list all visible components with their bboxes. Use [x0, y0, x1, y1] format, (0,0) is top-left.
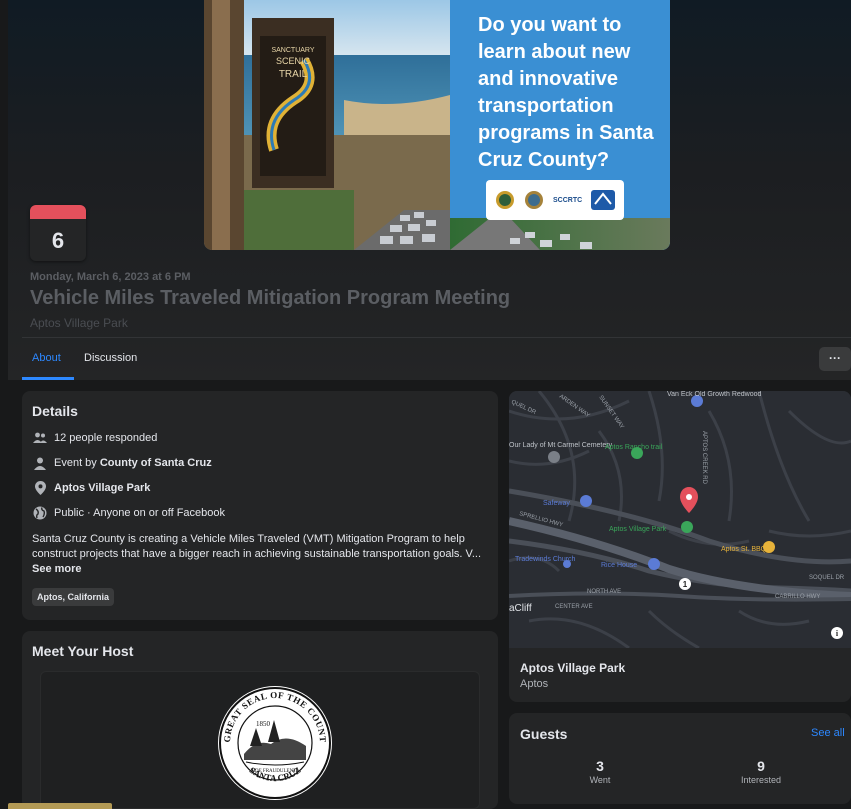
place-row: Aptos Village Park — [32, 480, 150, 496]
host-link[interactable]: County of Santa Cruz — [100, 457, 212, 469]
host-title: Meet Your Host — [32, 643, 134, 659]
date-badge: 6 — [30, 205, 86, 261]
trail-sign-photo: SANCTUARY SCENIC TRAIL — [204, 0, 450, 250]
globe-icon — [32, 505, 48, 521]
map-label-rancho: Aptos Rancho trail — [605, 444, 663, 451]
went-stat[interactable]: 3 Went — [560, 758, 640, 785]
map-label-redwood: Van Eck Old Growth Redwood — [667, 391, 762, 398]
map-label-bbq: Aptos St. BBQ — [721, 546, 767, 553]
people-icon — [32, 430, 48, 446]
see-all-guests-link[interactable]: See all — [811, 727, 845, 739]
rtc-logo: SCCRTC — [553, 196, 583, 204]
tab-about[interactable]: About — [32, 352, 61, 364]
see-more-link[interactable]: See more — [32, 563, 82, 575]
date-badge-top — [30, 205, 86, 219]
sign-text-2: SCENIC — [276, 56, 311, 66]
map-label-cliff: aCliff — [509, 603, 532, 614]
interested-stat[interactable]: 9 Interested — [721, 758, 801, 785]
map-label-aptos-creek: APTOS CREEK RD — [701, 431, 707, 485]
map-label-cemetery: Our Lady of Mt Carmel Cemetery — [509, 442, 613, 449]
location-map[interactable]: 1 i Van Eck Old Growth Redwood Our Lady … — [509, 391, 851, 650]
bottom-notification-chip[interactable] — [8, 803, 112, 809]
more-options-button[interactable]: ··· — [819, 347, 851, 371]
map-label-park: Aptos Village Park — [609, 526, 667, 533]
privacy-row: Public · Anyone on or off Facebook — [32, 505, 225, 521]
event-by-row: Event by County of Santa Cruz — [32, 455, 212, 471]
event-description: Santa Cruz County is creating a Vehicle … — [32, 532, 488, 577]
cover-ad-panel: Do you want to learn about new and innov… — [450, 0, 670, 250]
interested-count: 9 — [757, 758, 765, 774]
map-label-center-ave: CENTER AVE — [555, 604, 593, 610]
event-location[interactable]: Aptos Village Park — [30, 316, 128, 330]
location-pin-icon — [32, 480, 48, 496]
map-label-soquel: SOQUEL DR — [809, 575, 845, 581]
svg-text:1: 1 — [683, 580, 688, 589]
seal-logo-icon — [524, 191, 543, 209]
map-place-sub: Aptos — [520, 678, 549, 690]
seal-year: 1850 — [256, 720, 271, 728]
responded-row: 12 people responded — [32, 430, 157, 446]
place-link[interactable]: Aptos Village Park — [54, 482, 150, 494]
map-label-rice-house: Rice House — [601, 562, 637, 569]
map-label-church: Tradewinds Church — [515, 556, 576, 563]
date-badge-day: 6 — [51, 228, 65, 253]
event-header: SANCTUARY SCENIC TRAIL Do you want to le… — [8, 0, 851, 380]
event-by-prefix: Event by — [54, 457, 100, 469]
county-seal-logo: THE GREAT SEAL OF THE COUNTY OF SANTA CR… — [216, 684, 332, 800]
highway-strip — [450, 218, 670, 250]
went-count: 3 — [596, 758, 604, 774]
responded-text: 12 people responded — [54, 432, 158, 444]
map-card: 1 i Van Eck Old Growth Redwood Our Lady … — [509, 391, 851, 702]
person-icon — [32, 455, 48, 471]
location-tag[interactable]: Aptos, California — [32, 588, 115, 606]
sign-text-3: TRAIL — [279, 69, 308, 80]
seal-logo-icon — [495, 191, 514, 209]
details-card: Details 12 people responded Event by Cou… — [22, 391, 498, 620]
host-card: Meet Your Host THE GREAT SEAL OF THE COU… — [22, 631, 498, 809]
map-label-cabrillo: CABRILLO HWY — [775, 594, 820, 600]
active-tab-indicator — [22, 377, 74, 380]
description-text: Santa Cruz County is creating a Vehicle … — [32, 533, 482, 560]
header-divider — [22, 337, 851, 338]
cover-photo[interactable]: SANCTUARY SCENIC TRAIL Do you want to le… — [204, 0, 670, 250]
guests-card: Guests See all 3 Went 9 Interested — [509, 713, 851, 804]
map-label-north-ave: NORTH AVE — [587, 589, 621, 595]
event-title: Vehicle Miles Traveled Mitigation Progra… — [30, 287, 511, 309]
guests-title: Guests — [520, 726, 568, 742]
map-place-name[interactable]: Aptos Village Park — [520, 661, 625, 675]
seal-motto: FIDE FRAUDULENTA — [251, 769, 300, 774]
interested-label: Interested — [740, 775, 782, 785]
sign-text-1: SANCTUARY — [271, 47, 314, 54]
host-profile-frame[interactable]: THE GREAT SEAL OF THE COUNTY OF SANTA CR… — [40, 671, 480, 809]
caltrans-logo-icon — [591, 190, 616, 210]
sponsor-logos: SCCRTC — [486, 180, 624, 220]
privacy-text: Public · Anyone on or off Facebook — [54, 507, 226, 519]
went-label: Went — [589, 775, 611, 785]
event-date-time: Monday, March 6, 2023 at 6 PM — [30, 271, 191, 283]
cover-ad-text: Do you want to learn about new and innov… — [478, 14, 654, 171]
details-title: Details — [32, 403, 78, 419]
map-label-safeway: Safeway — [543, 500, 570, 507]
tab-discussion[interactable]: Discussion — [84, 352, 137, 364]
